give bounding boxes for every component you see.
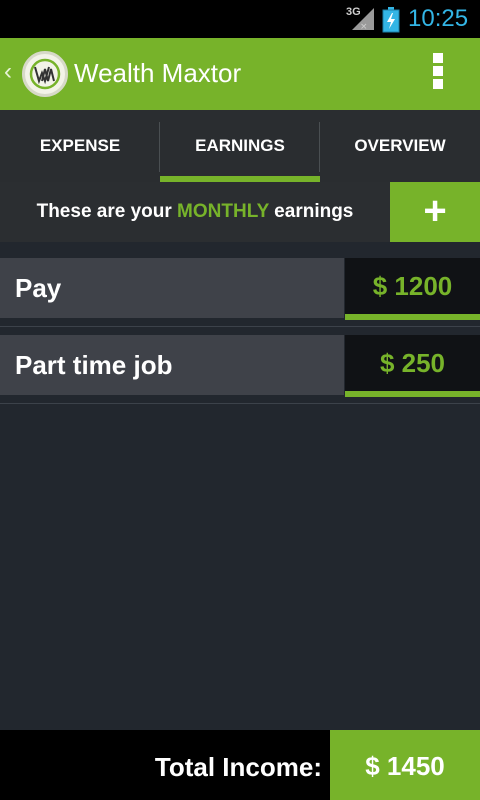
total-income-value: $ 1450 [330,730,480,800]
period-message-suffix: earnings [268,201,354,222]
list-item[interactable]: Pay $ 1200 [0,258,480,327]
list-item[interactable]: Part time job $ 250 [0,335,480,404]
tab-overview[interactable]: OVERVIEW [320,110,480,182]
period-highlight[interactable]: MONTHLY [177,201,269,222]
divider [0,326,480,327]
svg-text:×: × [360,22,368,30]
earnings-list: Pay $ 1200 Part time job $ 250 [0,242,480,730]
earning-name[interactable]: Part time job [0,335,344,395]
period-message: These are your MONTHLY earnings [0,182,390,242]
tab-earnings[interactable]: EARNINGS [160,110,320,182]
action-bar: ‹ Wealth Maxtor [0,38,480,110]
clock: 10:25 [408,5,469,32]
tab-expense[interactable]: EXPENSE [0,110,160,182]
battery-charging-icon [382,7,400,33]
wealth-maxtor-logo-icon[interactable] [22,51,68,97]
chevron-left-icon[interactable]: ‹ [4,58,12,86]
period-message-prefix: These are your [36,201,178,222]
total-income-label: Total Income: [154,752,322,782]
earning-amount[interactable]: $ 250 [345,335,480,397]
status-bar: 3G × 10:25 [0,0,480,38]
divider [0,403,480,404]
signal-icon: × [352,8,374,30]
total-footer: Total Income: $ 1450 [0,730,480,800]
overflow-menu-icon[interactable] [428,53,448,97]
info-bar: These are your MONTHLY earnings + [0,182,480,242]
add-earning-button[interactable]: + [390,182,480,242]
earning-amount[interactable]: $ 1200 [345,258,480,320]
tab-bar: EXPENSE EARNINGS OVERVIEW [0,110,480,182]
app-title: Wealth Maxtor [74,58,242,88]
earning-name[interactable]: Pay [0,258,344,318]
